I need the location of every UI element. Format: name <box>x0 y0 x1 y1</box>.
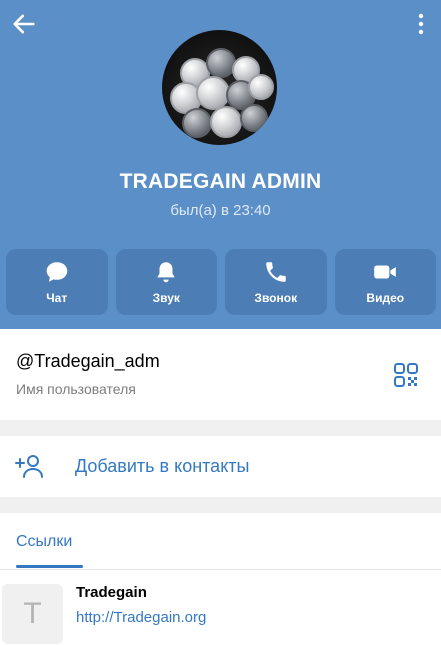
tab-links[interactable]: Ссылки <box>16 533 72 551</box>
video-icon <box>374 265 397 279</box>
last-seen-status: был(а) в 23:40 <box>170 202 271 219</box>
more-menu-icon[interactable] <box>413 12 429 36</box>
call-label: Звонок <box>254 291 298 305</box>
call-button[interactable]: Звонок <box>225 249 327 315</box>
username-card[interactable]: @Tradegain_adm Имя пользователя <box>0 329 441 420</box>
phone-icon <box>266 262 286 282</box>
username: @Tradegain_adm <box>16 351 160 371</box>
divider <box>0 569 441 570</box>
bell-icon <box>157 262 175 283</box>
active-tab-indicator <box>16 565 83 568</box>
video-label: Видео <box>366 291 405 305</box>
sound-button[interactable]: Звук <box>115 249 217 315</box>
username-caption: Имя пользователя <box>16 381 136 397</box>
links-section: Ссылки T Tradegain http://Tradegain.org <box>0 513 441 645</box>
profile-name: TRADEGAIN ADMIN <box>119 170 322 193</box>
add-contact-row[interactable]: Добавить в контакты <box>0 436 441 497</box>
profile-header: TRADEGAIN ADMIN был(а) в 23:40 Чат Звук … <box>0 0 441 329</box>
chat-icon <box>46 262 68 282</box>
add-user-icon <box>15 455 43 478</box>
back-arrow-icon[interactable] <box>10 10 38 38</box>
qr-code-icon[interactable] <box>393 362 419 388</box>
link-thumbnail: T <box>2 584 63 644</box>
link-url[interactable]: http://Tradegain.org <box>76 609 206 626</box>
sound-label: Звук <box>152 291 180 305</box>
link-title: Tradegain <box>76 584 147 601</box>
chat-button[interactable]: Чат <box>6 249 108 315</box>
action-bar: Чат Звук Звонок Видео <box>6 249 436 315</box>
chat-label: Чат <box>46 291 68 305</box>
add-contact-label: Добавить в контакты <box>75 456 250 476</box>
video-button[interactable]: Видео <box>334 249 436 315</box>
avatar[interactable] <box>162 30 277 145</box>
